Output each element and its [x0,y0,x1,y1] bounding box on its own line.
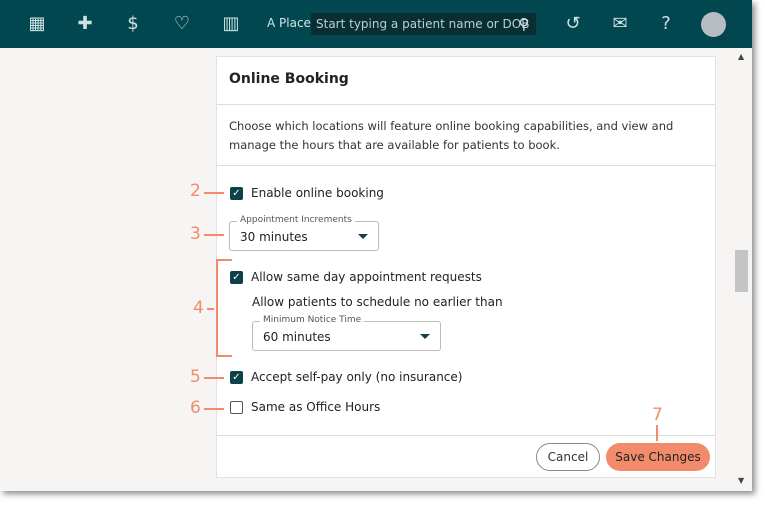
callout-2: 2 [190,181,201,201]
callout-line [207,308,214,310]
select-caption: Minimum Notice Time [260,315,365,325]
scroll-down-icon[interactable]: ▼ [738,476,744,485]
scrollbar-thumb[interactable] [735,250,748,292]
dollar-icon[interactable]: $ [121,12,145,36]
card-title: Online Booking [229,71,349,87]
cancel-button[interactable]: Cancel [536,443,600,471]
mail-icon[interactable]: ✉ [608,12,632,36]
grid-icon[interactable]: ▦ [25,12,49,36]
callout-line [204,234,224,236]
self-pay-label: Accept self-pay only (no insurance) [251,370,463,384]
top-nav: ▦ ✚ $ ♡ ▥ A Place ⚲ ↺ ✉ ? [0,0,752,48]
callout-bracket [216,259,232,357]
bar-chart-icon[interactable]: ▥ [219,12,243,36]
location-name[interactable]: A Place [267,16,311,30]
divider [217,104,715,105]
office-hours-checkbox[interactable] [230,401,243,414]
select-value: 30 minutes [240,230,308,244]
search-icon[interactable]: ⚲ [512,12,536,36]
avatar[interactable] [701,12,726,37]
callout-3: 3 [190,224,201,244]
enable-online-booking-checkbox[interactable]: ✓ [230,187,243,200]
app-window: ▦ ✚ $ ♡ ▥ A Place ⚲ ↺ ✉ ? Online Booking… [0,0,752,491]
callout-5: 5 [190,367,201,387]
save-changes-button[interactable]: Save Changes [606,443,710,471]
same-day-label: Allow same day appointment requests [251,270,482,284]
callout-6: 6 [190,398,201,418]
select-value: 60 minutes [263,330,331,344]
patient-search-input[interactable] [311,13,536,35]
callout-line [204,377,224,379]
callout-line [204,408,224,410]
card-description: Choose which locations will feature onli… [229,119,674,152]
scroll-up-icon[interactable]: ▲ [738,52,744,61]
callout-4: 4 [193,298,204,318]
callout-line [204,192,224,194]
caret-down-icon [358,234,368,239]
online-booking-card: Online Booking Choose which locations wi… [216,56,716,478]
minimum-notice-select[interactable]: Minimum Notice Time 60 minutes [252,315,441,351]
help-icon[interactable]: ? [654,12,678,36]
select-caption: Appointment Increments [237,215,355,225]
enable-online-booking-label: Enable online booking [251,186,384,200]
heart-pin-icon[interactable]: ♡ [170,12,194,36]
caret-down-icon [420,334,430,339]
callout-line [656,425,658,441]
office-hours-label: Same as Office Hours [251,400,381,414]
plus-icon[interactable]: ✚ [73,12,97,36]
appointment-increments-select[interactable]: Appointment Increments 30 minutes [229,215,379,251]
callout-7: 7 [652,405,663,425]
notice-text: Allow patients to schedule no earlier th… [252,295,503,309]
self-pay-checkbox[interactable]: ✓ [230,371,243,384]
divider [217,165,715,166]
history-icon[interactable]: ↺ [561,12,585,36]
divider [217,435,715,436]
